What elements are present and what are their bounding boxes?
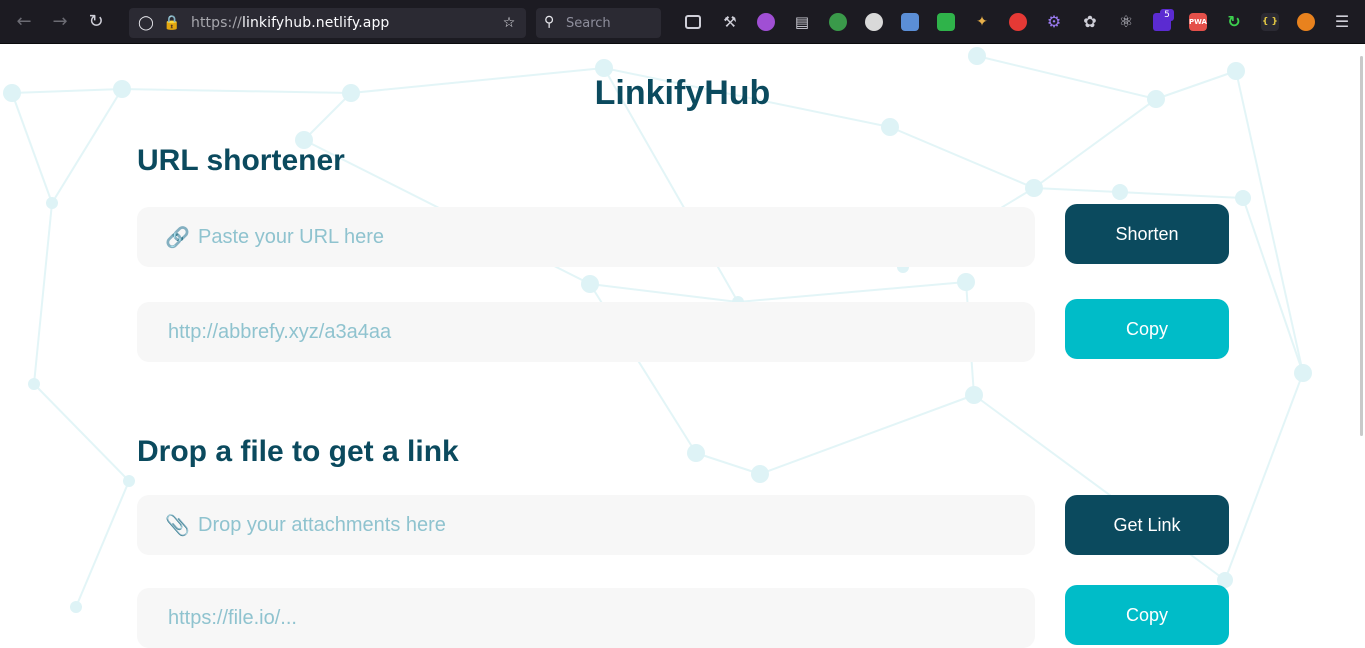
file-drop-zone[interactable]: 📎 Drop your attachments here bbox=[137, 495, 1035, 555]
url-input-field[interactable]: 🔗 Paste your URL here bbox=[137, 207, 1035, 267]
app-title: LinkifyHub bbox=[594, 74, 771, 112]
ghost-extension-icon[interactable] bbox=[757, 13, 775, 31]
address-bar-url[interactable]: https://linkifyhub.netlify.app bbox=[191, 15, 389, 31]
address-bar[interactable]: ◯ 🔒 https://linkifyhub.netlify.app ☆ bbox=[129, 8, 526, 38]
extensions-puzzle-icon[interactable]: ▤ bbox=[793, 13, 811, 31]
back-arrow-icon[interactable]: ← bbox=[12, 10, 36, 34]
json-viewer-icon[interactable]: { } bbox=[1261, 13, 1279, 31]
short-url-output-field[interactable]: http://abbrefy.xyz/a3a4aa bbox=[137, 302, 1035, 362]
copy-short-url-button[interactable]: Copy bbox=[1065, 299, 1229, 359]
file-link-value: https://file.io/... bbox=[168, 607, 297, 629]
extension-badge: 5 bbox=[1160, 9, 1174, 21]
sync-icon[interactable]: ↻ bbox=[1225, 13, 1243, 31]
shorten-button[interactable]: Shorten bbox=[1065, 204, 1229, 264]
short-url-value: http://abbrefy.xyz/a3a4aa bbox=[168, 321, 392, 343]
pocket-icon[interactable] bbox=[685, 15, 701, 29]
reload-icon[interactable]: ↻ bbox=[84, 10, 108, 34]
url-input-placeholder: Paste your URL here bbox=[198, 226, 385, 248]
search-box[interactable]: ⚲ Search bbox=[536, 8, 661, 38]
broom-icon[interactable]: ✦ bbox=[973, 13, 991, 31]
browser-toolbar: ← → ↻ ◯ 🔒 https://linkifyhub.netlify.app… bbox=[0, 0, 1365, 44]
file-drop-heading: Drop a file to get a link bbox=[137, 435, 459, 468]
lock-icon[interactable]: 🔒 bbox=[163, 14, 181, 32]
settings-gear-icon[interactable]: ⚙ bbox=[1045, 13, 1063, 31]
pwa-icon[interactable]: PWA bbox=[1189, 13, 1207, 31]
forward-arrow-icon[interactable]: → bbox=[48, 10, 72, 34]
hamburger-menu-icon[interactable]: ☰ bbox=[1333, 13, 1351, 31]
wrench-icon[interactable]: ⚒ bbox=[721, 13, 739, 31]
file-drop-placeholder: Drop your attachments here bbox=[198, 514, 446, 536]
window-resizer-icon[interactable] bbox=[937, 13, 955, 31]
shield-icon[interactable]: ◯ bbox=[137, 14, 155, 32]
paperclip-icon: 📎 bbox=[165, 513, 190, 537]
page-content: LinkifyHub URL shortener 🔗 Paste your UR… bbox=[0, 44, 1365, 648]
cookie-icon[interactable]: ✿ bbox=[1081, 13, 1099, 31]
url-scheme: https:// bbox=[191, 15, 242, 31]
get-link-button[interactable]: Get Link bbox=[1065, 495, 1229, 555]
search-placeholder: Search bbox=[566, 16, 611, 31]
colorzilla-icon[interactable] bbox=[829, 13, 847, 31]
url-shortener-heading: URL shortener bbox=[137, 144, 345, 177]
cloud-extension-icon[interactable] bbox=[865, 13, 883, 31]
file-link-output-field[interactable]: https://file.io/... bbox=[137, 588, 1035, 648]
ublock-icon[interactable] bbox=[1009, 13, 1027, 31]
page-scrollbar[interactable] bbox=[1360, 56, 1363, 436]
search-icon: ⚲ bbox=[544, 14, 555, 30]
bookmark-star-icon[interactable]: ☆ bbox=[500, 14, 518, 32]
url-host: linkifyhub.netlify.app bbox=[241, 15, 390, 31]
react-devtools-icon[interactable]: ⚛ bbox=[1117, 13, 1135, 31]
metamask-fox-icon[interactable] bbox=[1297, 13, 1315, 31]
copy-file-link-button[interactable]: Copy bbox=[1065, 585, 1229, 645]
link-icon: 🔗 bbox=[165, 225, 190, 249]
translate-icon[interactable] bbox=[901, 13, 919, 31]
